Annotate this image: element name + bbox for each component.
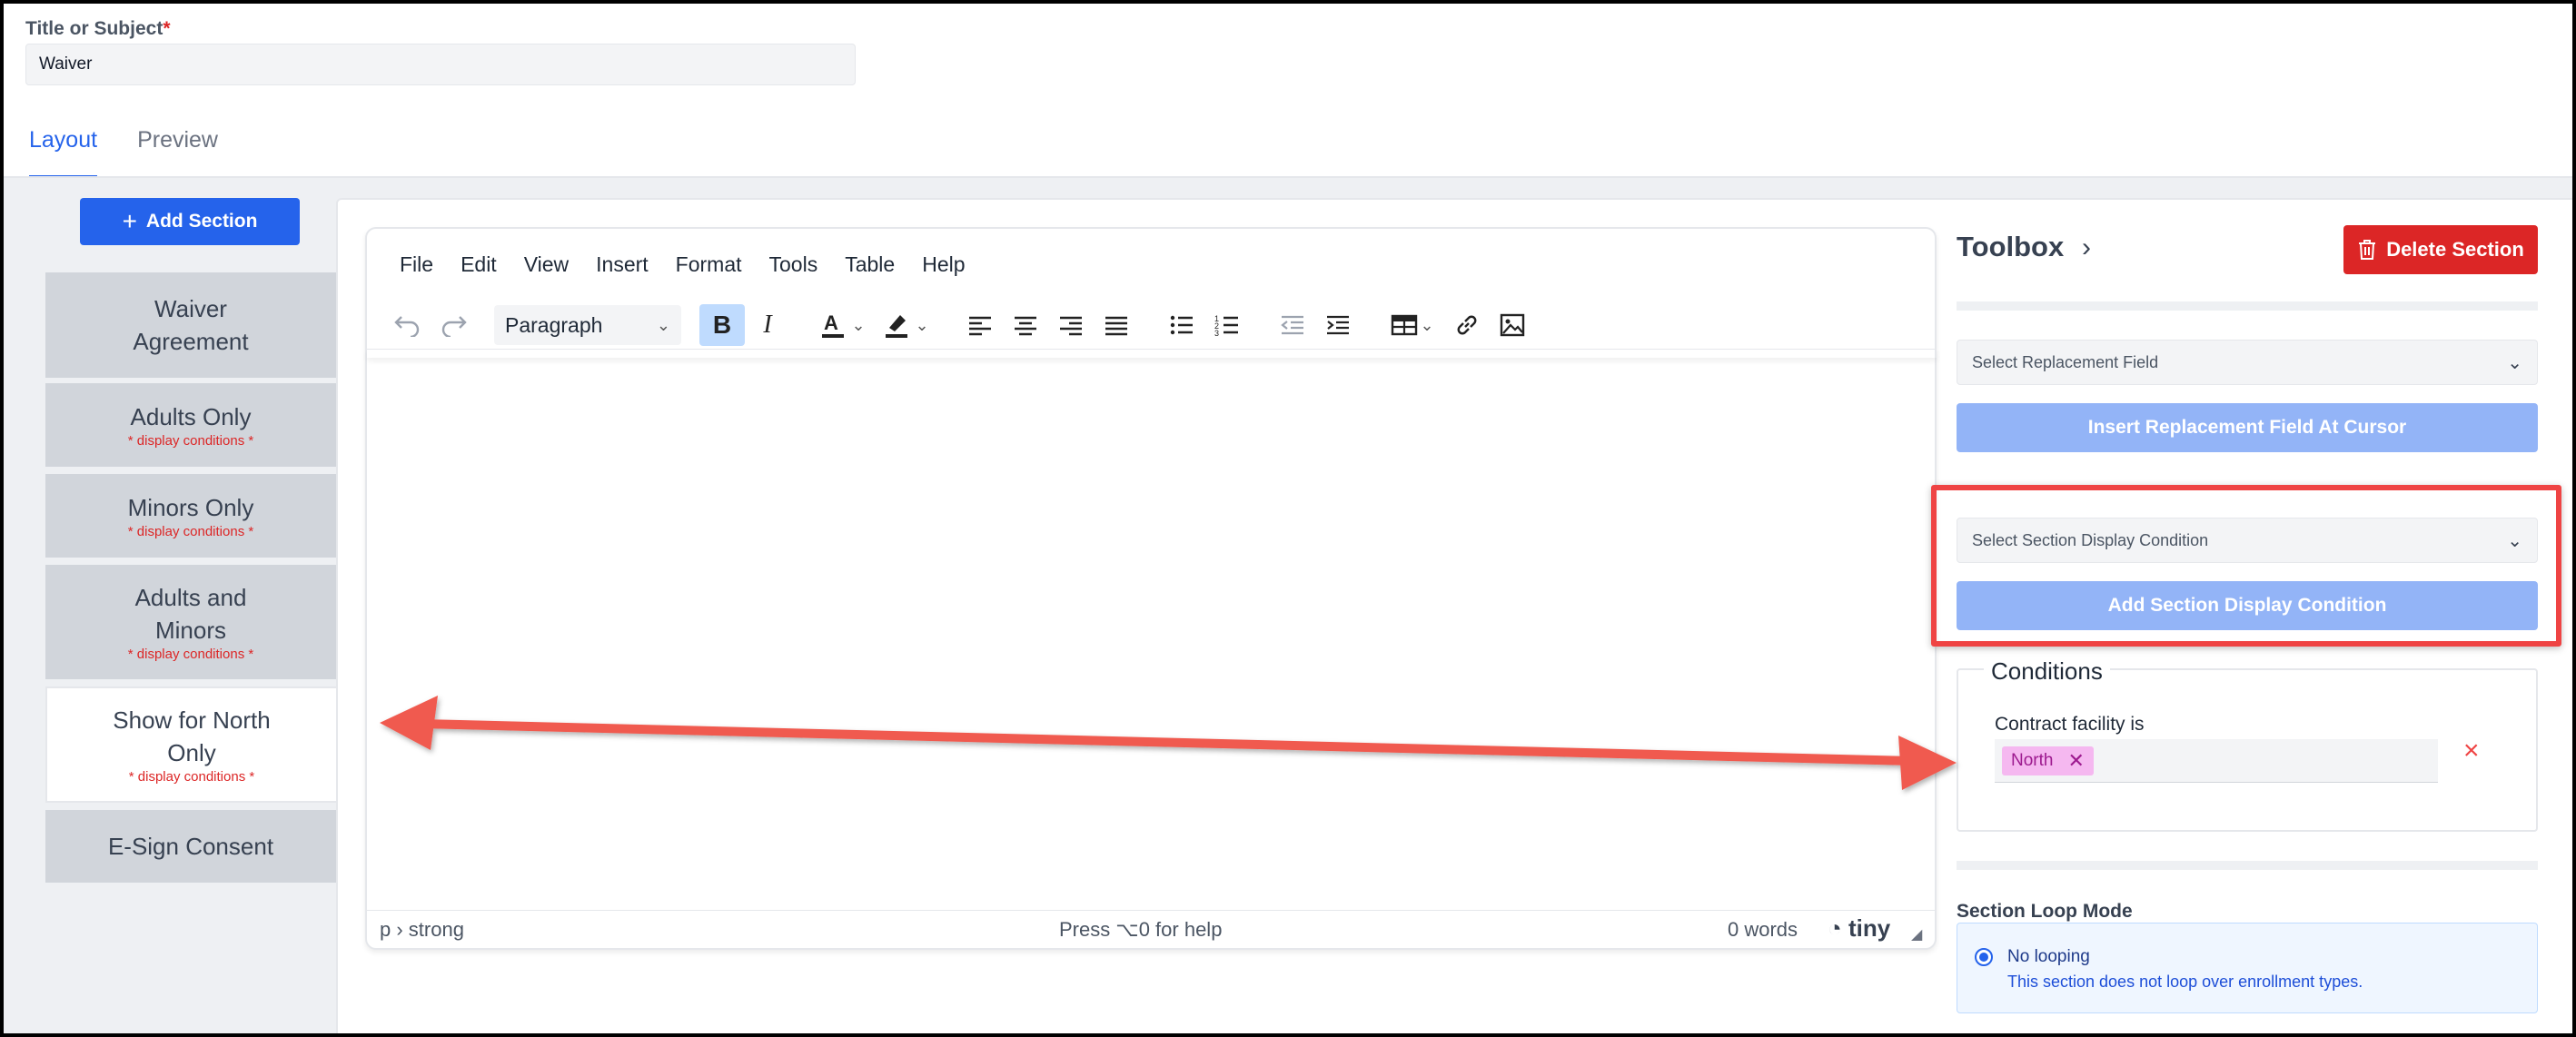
app-window: Title or Subject* Waiver Layout Preview …	[0, 0, 2576, 1037]
annotation-double-arrow	[380, 696, 1957, 790]
